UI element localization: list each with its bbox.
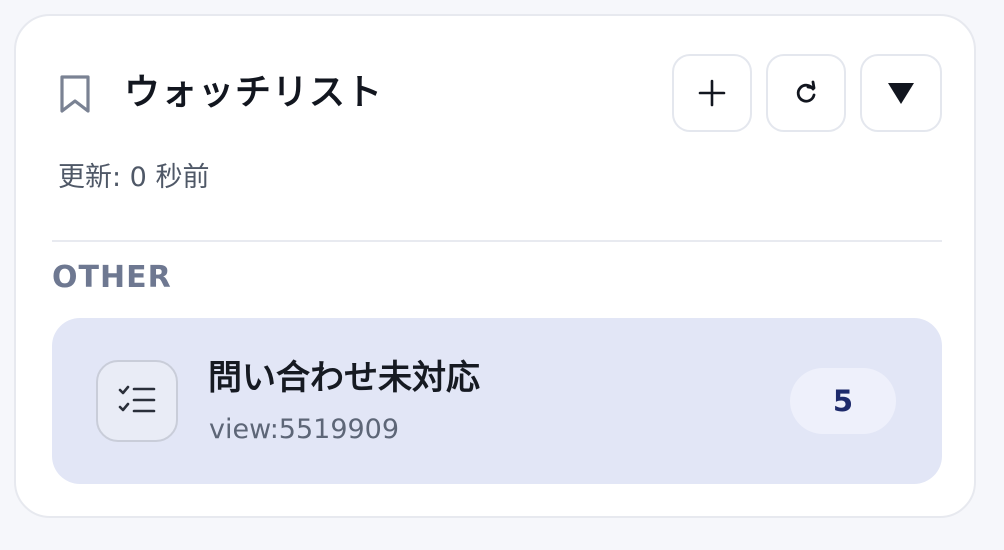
- watchlist-item-view-id: view:5519909: [209, 414, 400, 445]
- divider: [52, 240, 942, 242]
- checklist-icon: [96, 360, 178, 442]
- add-button[interactable]: [672, 54, 752, 132]
- collapse-toggle-button[interactable]: [860, 54, 942, 132]
- plus-icon: [697, 78, 727, 108]
- watchlist-item[interactable]: 問い合わせ未対応 view:5519909 5: [52, 318, 942, 484]
- watchlist-item-title: 問い合わせ未対応: [208, 358, 480, 398]
- watchlist-title: ウォッチリスト: [124, 72, 384, 113]
- refresh-button[interactable]: [766, 54, 846, 132]
- section-label-other: OTHER: [52, 260, 172, 295]
- bookmark-icon: [58, 74, 92, 114]
- last-updated-status: 更新: 0 秒前: [58, 162, 210, 193]
- triangle-down-icon: [886, 80, 916, 106]
- count-badge: 5: [790, 368, 896, 434]
- refresh-icon: [793, 80, 819, 106]
- watchlist-card: ウォッチリスト 更新: 0 秒前 OTHER 問い合わせ未対応 view:551…: [14, 14, 976, 518]
- watchlist-header: ウォッチリスト: [52, 52, 942, 136]
